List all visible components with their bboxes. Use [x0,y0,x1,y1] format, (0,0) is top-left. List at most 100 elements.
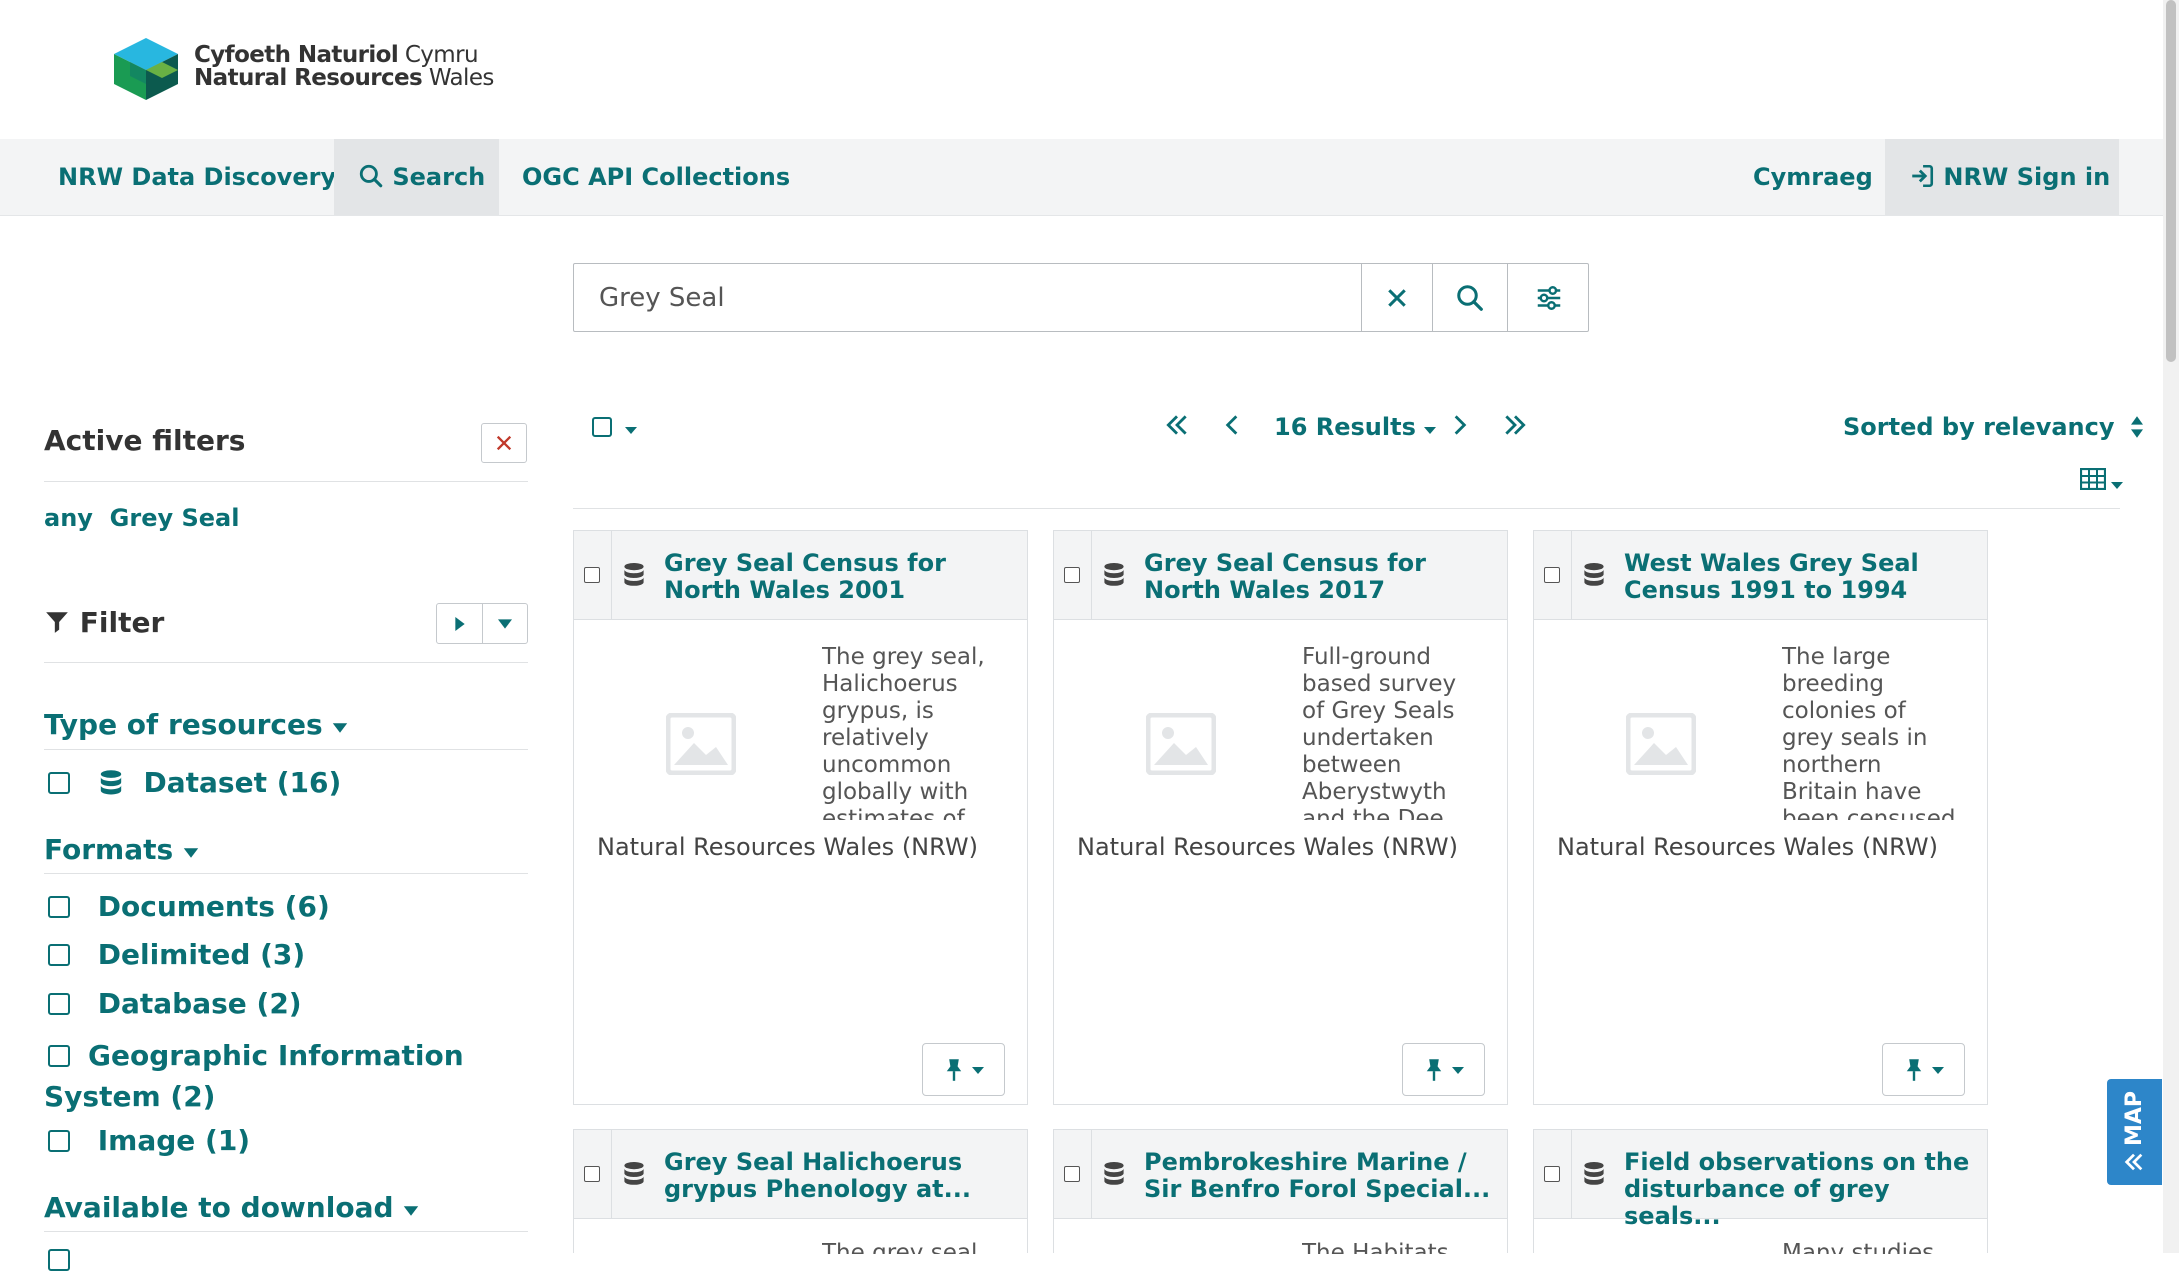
select-all-dropdown[interactable] [592,417,638,439]
result-card[interactable]: Grey Seal Census for North Wales 2017 Fu… [1053,530,1508,1105]
card-title[interactable]: Pembrokeshire Marine / Sir Benfro Forol … [1144,1149,1494,1203]
result-card[interactable]: Grey Seal Halichoerus grypus Phenology a… [573,1129,1028,1254]
card-header: West Wales Grey Seal Census 1991 to 1994 [1534,531,1987,620]
card-pin-button[interactable] [1402,1043,1485,1096]
results-count: 16 Results [1274,413,1416,441]
caret-down-icon [183,848,199,858]
nav-signin[interactable]: NRW Sign in [1885,139,2119,215]
caret-down-icon [333,723,348,733]
card-title[interactable]: West Wales Grey Seal Census 1991 to 1994 [1624,550,1974,604]
database-icon [624,1162,644,1185]
facet-item-image[interactable]: Image (1) [48,1124,250,1157]
facet-formats[interactable]: Formats [44,833,199,866]
card-title[interactable]: Field observations on the disturbance of… [1624,1149,1974,1230]
card-title[interactable]: Grey Seal Halichoerus grypus Phenology a… [664,1149,1014,1203]
scrollbar-thumb[interactable] [2166,0,2176,362]
checkbox[interactable] [592,417,612,437]
card-checkbox[interactable] [584,567,600,583]
nav-home[interactable]: NRW Data Discovery [58,139,336,215]
sort-dropdown[interactable]: Sorted by relevancy [1843,413,2145,441]
first-page-button[interactable] [1164,412,1190,444]
close-icon [1388,288,1406,307]
card-title[interactable]: Grey Seal Census for North Wales 2017 [1144,550,1494,604]
collapse-facets-button[interactable] [483,604,527,643]
divider [44,873,528,874]
search-icon [1457,284,1483,311]
card-checkbox[interactable] [1544,567,1560,583]
previous-page-button[interactable] [1222,412,1242,444]
sort-icon [2130,416,2143,438]
filter-title: Filter [79,606,165,639]
card-checkbox[interactable] [1544,1166,1560,1182]
checkbox[interactable] [48,944,70,966]
card-organisation: Natural Resources Wales (NRW) [1557,833,1938,861]
facet-type-of-resources[interactable]: Type of resources [44,708,348,741]
checkbox[interactable] [48,896,70,918]
advanced-search-button[interactable] [1507,264,1589,331]
nav-language[interactable]: Cymraeg [1753,139,1873,215]
next-page-button[interactable] [1450,412,1470,444]
result-card[interactable]: Field observations on the disturbance of… [1533,1129,1988,1254]
card-checkbox[interactable] [1064,567,1080,583]
facet-item-database[interactable]: Database (2) [48,987,302,1020]
divider [44,481,528,482]
checkbox[interactable] [48,772,70,794]
card-checkbox[interactable] [1064,1166,1080,1182]
checkbox[interactable] [48,1130,70,1152]
facet-item-count: (1) [205,1124,251,1157]
active-filter-chip[interactable]: any Grey Seal [44,504,239,532]
card-select [1534,1130,1572,1218]
view-mode-dropdown[interactable] [2079,467,2124,494]
search-button[interactable] [1432,264,1507,331]
search-input[interactable] [574,264,1359,331]
pin-icon [946,1058,961,1081]
last-page-button[interactable] [1502,412,1528,444]
card-select [574,1130,612,1218]
image-placeholder-icon [1626,713,1696,775]
checkbox[interactable] [48,1045,70,1067]
facet-available-to-download[interactable]: Available to download [44,1191,419,1224]
facet-item-documents[interactable]: Documents (6) [48,890,330,923]
result-card[interactable]: Grey Seal Census for North Wales 2001 Th… [573,530,1028,1105]
checkbox[interactable] [48,993,70,1015]
grid-view-icon [2079,467,2107,491]
card-header: Field observations on the disturbance of… [1534,1130,1987,1230]
card-checkbox[interactable] [584,1166,600,1182]
card-pin-button[interactable] [1882,1043,1965,1096]
database-icon [1584,1162,1604,1185]
nrw-logo-icon[interactable] [112,36,192,102]
sign-in-icon [1912,164,1934,188]
pin-icon [1426,1058,1441,1081]
card-pin-button[interactable] [922,1043,1005,1096]
active-filters-title: Active filters [44,424,246,457]
nav-search[interactable]: Search [334,139,499,215]
nav-search-label: Search [392,163,486,191]
caret-down-icon [625,427,638,434]
expand-facets-button[interactable] [437,604,483,643]
card-header: Pembrokeshire Marine / Sir Benfro Forol … [1054,1130,1507,1219]
clear-filters-button[interactable] [481,423,527,463]
facet-item-delimited[interactable]: Delimited (3) [48,938,305,971]
nav-ogc[interactable]: OGC API Collections [522,139,790,215]
clear-search-button[interactable] [1361,264,1432,331]
facet-item-count: (3) [260,938,306,971]
card-title[interactable]: Grey Seal Census for North Wales 2001 [664,550,1014,604]
facet-title: Formats [44,833,174,866]
map-toggle-button[interactable]: MAP [2107,1079,2162,1185]
facet-item-gis[interactable]: Geographic Information System (2) [44,1035,464,1117]
chevron-right-icon [1454,415,1467,435]
facet-item-dataset[interactable]: Dataset (16) [48,766,341,799]
card-organisation: Natural Resources Wales (NRW) [597,833,978,861]
checkbox[interactable] [48,1249,70,1271]
sort-label: Sorted by relevancy [1843,413,2115,441]
card-select [574,531,612,619]
image-placeholder-icon [666,713,736,775]
sliders-icon [1537,285,1560,310]
double-chevron-left-icon [2124,1153,2143,1171]
result-card[interactable]: Pembrokeshire Marine / Sir Benfro Forol … [1053,1129,1508,1254]
filter-icon [46,612,68,633]
result-card[interactable]: West Wales Grey Seal Census 1991 to 1994… [1533,530,1988,1105]
results-count-dropdown[interactable]: 16 Results [1274,413,1437,441]
caret-down-icon [971,1066,984,1074]
caret-down-icon [1451,1066,1464,1074]
